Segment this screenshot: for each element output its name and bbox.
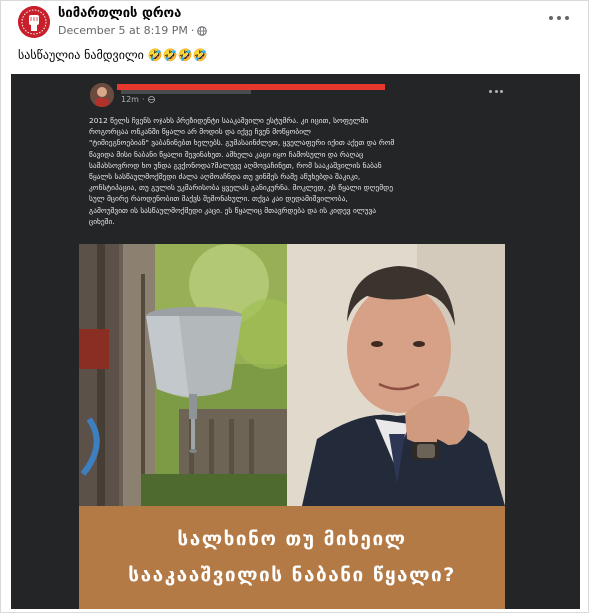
man-portrait-illustration (287, 244, 505, 506)
text-line: კონსტიპაცია, თუ გულის უკმარისობა ყველას … (89, 183, 393, 193)
text-line: წყალს სასწაულმოქმედი ძალა აღმოაჩნდა თუ ვ… (89, 172, 361, 182)
shared-separator: · (141, 95, 145, 104)
meme-banner: სალხინო თუ მიხეილ სააკააშვილის ნაბანი წყ… (79, 506, 505, 609)
post-meta: December 5 at 8:19 PM · (58, 24, 208, 37)
text-line: როგორცაა ონკანში წყალი არ მოდის და იქვე … (89, 127, 311, 137)
banner-line-1: სალხინო თუ მიხეილ (177, 528, 407, 550)
meta-separator: · (190, 24, 195, 37)
text-line: სამახსოვროდ ხო უნდა გვქონოდა?მალევე აღმო… (89, 160, 382, 170)
shared-post-meta: 12m · (121, 95, 155, 104)
text-line: ციხეში. (89, 216, 115, 226)
more-options-button[interactable] (549, 11, 569, 25)
page-avatar[interactable] (18, 6, 50, 38)
post-card: სიმართლის დროა December 5 at 8:19 PM · ს… (0, 0, 589, 613)
post-timestamp[interactable]: December 5 at 8:19 PM (58, 24, 188, 37)
fist-logo-icon (18, 6, 50, 38)
post-caption: სასწაულია ნამდვილი 🤣🤣🤣🤣 (18, 48, 208, 62)
portrait-photo (287, 244, 505, 506)
text-line: წავიდა მისი ნაბანი წყალი შევინახეთ. ამხე… (89, 149, 364, 159)
shared-timestamp: 12m (121, 95, 139, 104)
laughing-emojis: 🤣🤣🤣🤣 (147, 48, 208, 62)
meme-photo (79, 244, 505, 506)
globe-icon (197, 25, 208, 36)
banner-line-2: სააკააშვილის ნაბანი წყალი? (128, 564, 456, 586)
text-line: 2012 წელს ჩვენს ოჯახს პრეზიდენტი სააკაშვ… (89, 116, 369, 125)
shared-post-text: 2012 წელს ჩვენს ოჯახს პრეზიდენტი სააკაშვ… (89, 115, 509, 227)
page-name[interactable]: სიმართლის დროა (58, 6, 181, 21)
shared-author-avatar (90, 83, 114, 107)
person-photo-icon (90, 83, 114, 107)
redacted-name (121, 90, 251, 94)
washstand-photo (79, 244, 287, 506)
globe-icon (147, 96, 155, 103)
text-line: გამოუშვით ის სასწაულმოქმედი კაცი. ეს წყა… (89, 205, 377, 215)
shared-screenshot[interactable]: 12m · 2012 წელს ჩვენს ოჯახს პრეზიდენტი ს… (11, 74, 580, 609)
more-options-icon (549, 16, 553, 20)
text-line: სულ მცირე რაოდენობით მაქვს შემონახული. თ… (89, 194, 348, 204)
caption-text: სასწაულია ნამდვილი (18, 48, 144, 62)
washbasin-illustration (79, 244, 287, 506)
shared-more-options-icon (489, 90, 503, 94)
text-line: "ტიმიეგნოებიან" ვაბანინებთ ხელებს. გუმას… (89, 138, 395, 148)
